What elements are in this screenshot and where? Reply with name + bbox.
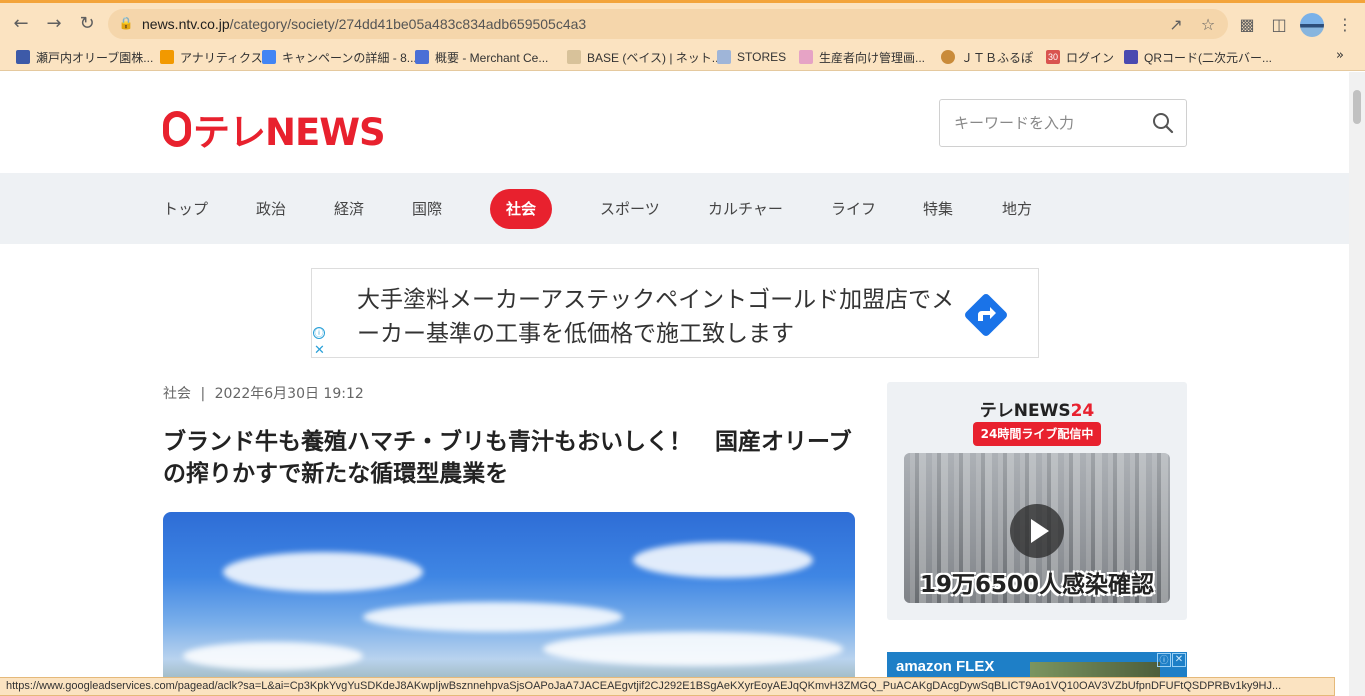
live-badge: 24時間ライブ配信中	[973, 422, 1101, 446]
web-page: テレNEWS トップ 政治 経済 国際 社会 スポーツ カルチャー ライフ 特集…	[0, 72, 1349, 696]
bar-chart-icon	[160, 50, 174, 64]
stores-icon	[717, 50, 731, 64]
bookmark-item[interactable]: 生産者向け管理画...	[799, 48, 925, 66]
address-bar-url[interactable]: news.ntv.co.jp/category/society/274dd41b…	[142, 16, 586, 32]
play-icon[interactable]	[1010, 504, 1064, 558]
reload-icon[interactable]: ↻	[75, 11, 99, 35]
arrow-right-icon[interactable]: →	[42, 11, 66, 35]
puzzle-icon[interactable]: ▩	[1237, 14, 1257, 34]
ad-info-icon[interactable]: ⓘ	[1157, 653, 1171, 667]
bookmarks-bar: 瀬戸内オリーブ園株... アナリティクス キャンペーンの詳細 - 8... 概要…	[0, 42, 1365, 71]
lock-icon[interactable]: 🔒	[116, 13, 136, 33]
bookmark-label: BASE (ベイス) | ネット...	[587, 50, 722, 65]
ad-info-icon[interactable]: ⓘ	[313, 327, 325, 339]
nav-label: ライフ	[831, 200, 877, 218]
star-icon[interactable]: ☆	[1198, 14, 1218, 34]
site-logo[interactable]: テレNEWS	[163, 102, 386, 156]
news24-logo: テレNEWS24	[887, 396, 1187, 421]
status-bar-url: https://www.googleadservices.com/pagead/…	[0, 677, 1335, 696]
news24-logo-number: 24	[1070, 401, 1095, 421]
base-icon	[567, 50, 581, 64]
article-meta: 社会 | 2022年6月30日 19:12	[163, 383, 364, 403]
nav-item-sports[interactable]: スポーツ	[600, 173, 660, 244]
bookmark-item[interactable]: 30 ログイン	[1046, 48, 1114, 66]
bookmark-label: 概要 - Merchant Ce...	[435, 50, 549, 65]
bookmark-label: ログイン	[1066, 50, 1115, 65]
live-caption: 19万6500人感染確認	[919, 572, 1155, 598]
nav-label: トップ	[163, 200, 209, 218]
nav-label: 特集	[923, 200, 954, 218]
amazon-ad-text: amazon FLEX	[896, 658, 995, 675]
nav-label-active: 社会	[490, 188, 552, 229]
bookmark-item[interactable]: ＪＴＢふるぽ	[941, 48, 1033, 66]
article-hero-image	[163, 512, 855, 696]
bookmark-item[interactable]: STORES	[717, 48, 786, 66]
nav-label: スポーツ	[600, 200, 660, 218]
bookmark-label: アナリティクス	[180, 50, 263, 65]
search-input[interactable]	[941, 101, 1141, 145]
nav-label: 政治	[256, 200, 287, 218]
bookmark-label: ＪＴＢふるぽ	[961, 50, 1034, 65]
bookmark-label: STORES	[737, 50, 787, 64]
article-category[interactable]: 社会	[163, 386, 191, 402]
bookmark-item[interactable]: QRコード(二次元バー...	[1124, 48, 1272, 66]
ad-text: 大手塗料メーカーアステックペイントゴールド加盟店でメーカー基準の工事を低価格で施…	[357, 287, 955, 347]
live-stream-widget[interactable]: テレNEWS24 24時間ライブ配信中 19万6500人感染確認	[887, 382, 1187, 620]
google-ads-icon	[262, 50, 276, 64]
ad-close-icon[interactable]: ✕	[314, 343, 325, 356]
page-scrollbar[interactable]	[1349, 72, 1365, 696]
nav-item-top[interactable]: トップ	[163, 173, 208, 244]
bookmark-label: 生産者向け管理画...	[819, 50, 926, 65]
article-title: ブランド牛も養殖ハマチ・ブリも青汁もおいしく！ 国産オリーブの搾りかすで新たな循…	[163, 429, 852, 487]
bookmark-item[interactable]: 瀬戸内オリーブ園株...	[16, 48, 153, 66]
nav-item-politics[interactable]: 政治	[256, 173, 286, 244]
nav-item-economy[interactable]: 経済	[334, 173, 364, 244]
ad-banner[interactable]: 大手塗料メーカーアステックペイントゴールド加盟店でメーカー基準の工事を低価格で施…	[311, 268, 1039, 358]
merchant-center-icon	[415, 50, 429, 64]
meta-separator: |	[200, 386, 206, 402]
bookmarks-overflow-button[interactable]: »	[1336, 48, 1344, 63]
direction-arrow-icon[interactable]	[962, 291, 1010, 339]
kebab-menu-icon[interactable]: ⋮	[1335, 14, 1355, 34]
side-panel-icon[interactable]: ◫	[1269, 14, 1289, 34]
bookmark-item[interactable]: アナリティクス	[160, 48, 263, 66]
ad-close-icon[interactable]: ✕	[1172, 653, 1186, 667]
nav-item-regional[interactable]: 地方	[1002, 173, 1032, 244]
bookmark-label: キャンペーンの詳細 - 8...	[282, 50, 417, 65]
category-nav: トップ 政治 経済 国際 社会 スポーツ カルチャー ライフ 特集 地方	[0, 173, 1349, 244]
news24-logo-text: テレNEWS	[979, 401, 1071, 421]
bookmark-item[interactable]: キャンペーンの詳細 - 8...	[262, 48, 417, 66]
nav-item-life[interactable]: ライフ	[831, 173, 876, 244]
nav-label: 経済	[334, 200, 365, 218]
nav-label: 地方	[1002, 200, 1033, 218]
bookmark-item[interactable]: 概要 - Merchant Ce...	[415, 48, 548, 66]
url-domain: news.ntv.co.jp	[142, 16, 230, 32]
calendar-30-icon: 30	[1046, 50, 1060, 64]
bookmark-icon	[16, 50, 30, 64]
bookmark-label: QRコード(二次元バー...	[1144, 50, 1272, 65]
profile-avatar[interactable]	[1300, 13, 1324, 37]
bookmark-label: 瀬戸内オリーブ園株...	[36, 50, 154, 65]
search-icon[interactable]	[1152, 112, 1174, 134]
browser-toolbar: ← → ↻ 🔒 news.ntv.co.jp/category/society/…	[0, 0, 1365, 42]
scrollbar-thumb[interactable]	[1353, 90, 1361, 124]
nav-item-features[interactable]: 特集	[923, 173, 953, 244]
share-icon[interactable]: ↗	[1166, 14, 1186, 34]
nav-item-culture[interactable]: カルチャー	[708, 173, 783, 244]
nav-item-international[interactable]: 国際	[412, 173, 442, 244]
live-thumbnail[interactable]: 19万6500人感染確認	[904, 453, 1170, 603]
cookie-icon	[941, 50, 955, 64]
arrow-left-icon[interactable]: ←	[9, 11, 33, 35]
nav-label: カルチャー	[708, 200, 783, 218]
article-date: 2022年6月30日 19:12	[214, 386, 364, 402]
nav-item-society[interactable]: 社会	[490, 173, 552, 244]
url-path: /category/society/274dd41be05a483c834adb…	[229, 16, 587, 32]
bookmark-item[interactable]: BASE (ベイス) | ネット...	[567, 48, 722, 66]
producer-admin-icon	[799, 50, 813, 64]
logo-text: テレNEWS	[193, 111, 386, 154]
nav-label: 国際	[412, 200, 443, 218]
search-box	[939, 99, 1187, 147]
logo-mark-icon	[163, 111, 191, 147]
qr-code-icon	[1124, 50, 1138, 64]
